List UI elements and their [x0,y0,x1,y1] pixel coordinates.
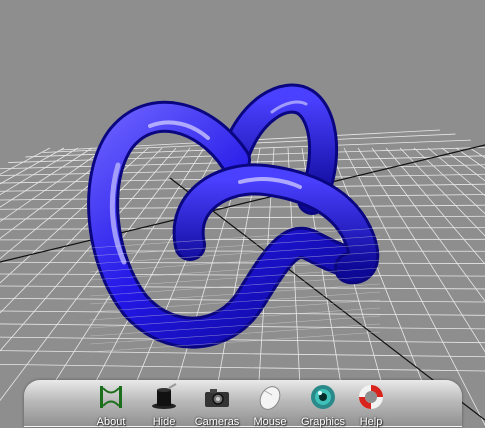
grid-line [0,227,485,230]
cameras-button[interactable]: Cameras [190,382,244,428]
knot-object[interactable] [87,83,380,349]
about-icon [96,382,126,412]
mouse-button[interactable]: Mouse [243,382,297,428]
scene-canvas[interactable] [0,0,485,427]
grid-line [0,261,485,264]
help-button[interactable]: Help [344,382,398,428]
camera-icon [202,382,232,412]
bottom-toolbar: About Hide Cameras Mouse Graphics Help [24,380,462,428]
graphics-button[interactable]: Graphics [296,382,350,428]
graphics-label: Graphics [300,416,346,428]
eye-icon [308,382,338,412]
help-label: Help [359,416,383,428]
about-button[interactable]: About [84,382,138,428]
grid-line [0,336,485,344]
lifebuoy-icon [356,382,386,412]
grid-line [0,250,485,252]
hide-label: Hide [152,416,176,428]
about-label: About [96,416,126,428]
grid-line [0,273,485,277]
grid-line [0,363,485,372]
hide-button[interactable]: Hide [137,382,191,428]
grid-line [0,204,485,210]
mouse-icon [255,382,285,412]
mouse-label: Mouse [253,416,287,428]
magic-hat-icon [149,382,179,412]
grid-line [455,147,485,169]
cameras-label: Cameras [194,416,240,428]
3d-viewport[interactable] [0,0,485,427]
